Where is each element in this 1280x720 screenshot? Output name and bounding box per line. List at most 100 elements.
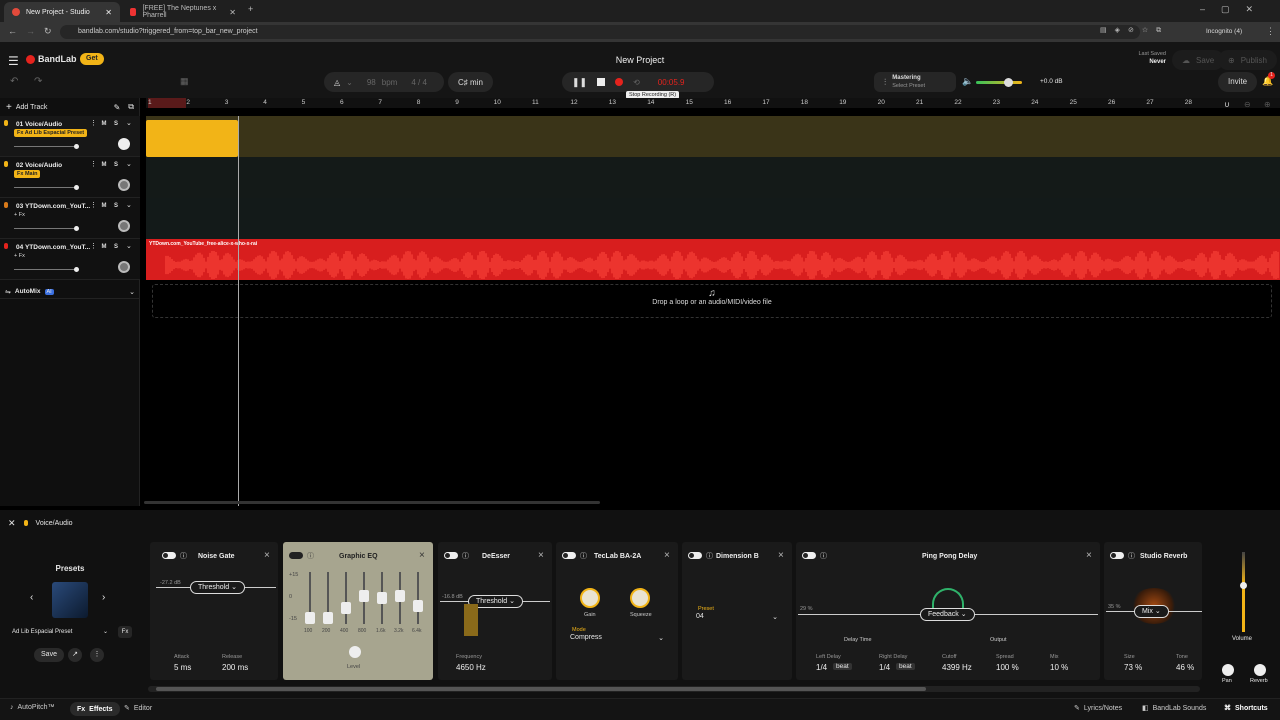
track-name[interactable]: 02 Voice/Audio (16, 162, 62, 169)
fader-thumb[interactable] (1240, 582, 1247, 589)
window-controls[interactable]: –▢✕ (1200, 4, 1269, 15)
metronome-icon[interactable]: ◬ (334, 78, 340, 87)
metronome-toggle-icon[interactable]: ▦ (180, 76, 189, 87)
eq-band-thumb[interactable] (359, 590, 369, 602)
slider-thumb[interactable] (74, 144, 79, 149)
track-volume-slider[interactable] (14, 226, 79, 231)
fx-preset-badge[interactable]: Fx Main (14, 170, 41, 178)
pan-knob[interactable] (118, 220, 130, 232)
mastering-button[interactable]: ⫶ Mastering Select Preset (874, 72, 956, 92)
eq-band-thumb[interactable] (323, 612, 333, 624)
share-icon[interactable]: ↗ (68, 648, 82, 662)
save-preset-button[interactable]: Save (34, 648, 64, 662)
back-icon[interactable]: ← (8, 26, 17, 36)
left-delay-value[interactable]: 1/4 (816, 663, 827, 672)
project-title[interactable]: New Project (0, 55, 1280, 65)
chevron-right-icon[interactable]: › (102, 592, 105, 603)
shortcuts-button[interactable]: ⌘ Shortcuts (1224, 704, 1268, 713)
close-icon[interactable]: × (538, 550, 544, 561)
release-value[interactable]: 200 ms (222, 663, 248, 672)
size-value[interactable]: 73 % (1124, 663, 1142, 672)
stop-icon[interactable] (597, 78, 606, 86)
time-signature[interactable]: 4 / 4 (411, 78, 427, 87)
eq-band-thumb[interactable] (305, 612, 315, 624)
automix-row[interactable]: ⇋ AutoMix AI ⌄ (0, 285, 140, 299)
graphic-eq-card[interactable]: ⓘ Graphic EQ × +15 0 -15 100 200 400 800 1.6k 3.… (283, 542, 433, 680)
eq-band-thumb[interactable] (395, 590, 405, 602)
left-delay-unit[interactable]: beat (833, 663, 852, 670)
master-volume-thumb[interactable] (1004, 78, 1013, 87)
loop-icon[interactable]: ⟲ (633, 78, 640, 87)
info-icon[interactable]: ⓘ (1128, 551, 1135, 561)
mute-button[interactable]: M (99, 119, 109, 129)
track-volume-slider[interactable] (14, 185, 79, 190)
reverb-toggle[interactable] (1110, 552, 1124, 559)
record-icon[interactable] (615, 78, 624, 86)
info-icon[interactable]: ⓘ (180, 551, 187, 561)
mode-select[interactable]: Compress ⌄ (570, 634, 666, 646)
deesser-card[interactable]: ⓘ DeEsser × -16.8 dB Threshold ⌄ Frequen… (438, 542, 552, 680)
add-fx-button[interactable]: + Fx (14, 253, 25, 259)
zoom-in-icon[interactable]: ⊕ (1264, 100, 1271, 109)
close-icon[interactable]: × (419, 550, 425, 561)
lyrics-button[interactable]: ✎ Lyrics/Notes (1074, 704, 1122, 713)
slider-thumb[interactable] (74, 185, 79, 190)
graphic-eq-toggle[interactable] (289, 552, 303, 559)
profile-label[interactable]: Incognito (4) (1206, 28, 1242, 35)
drop-zone[interactable]: ♫ Drop a loop or an audio/MIDI/video fil… (152, 284, 1272, 318)
fx-preset-badge[interactable]: Fx Ad Lib Espacial Preset (14, 129, 88, 137)
chevron-down-icon[interactable]: ⌄ (129, 288, 135, 296)
effects-tab[interactable]: Fx Effects (70, 702, 120, 716)
track-row[interactable]: 04 YTDown.com_YouT... ⋮ M S ⌄ + Fx (0, 239, 140, 280)
forward-icon[interactable]: → (26, 26, 35, 36)
dimension-card[interactable]: ⓘ Dimension B × Preset 04 ⌄ (682, 542, 792, 680)
studio-reverb-card[interactable]: ⓘ Studio Reverb 35 % Mix ⌄ Size 73 % Ton… (1104, 542, 1202, 680)
track-volume-slider[interactable] (14, 144, 79, 149)
pan-knob[interactable] (1222, 664, 1234, 676)
threshold-control[interactable]: Threshold ⌄ (190, 581, 245, 594)
squeeze-knob[interactable] (630, 588, 650, 608)
teclab-toggle[interactable] (562, 552, 576, 559)
right-delay-unit[interactable]: beat (896, 663, 915, 670)
new-tab-icon[interactable]: + (248, 4, 253, 14)
mix-control[interactable]: Mix ⌄ (1134, 605, 1169, 618)
mute-button[interactable]: M (99, 201, 109, 211)
sounds-button[interactable]: ◧ BandLab Sounds (1142, 704, 1206, 713)
mix-value[interactable]: 10 % (1050, 663, 1068, 672)
browser-tab-studio[interactable]: New Project - Studio ✕ (4, 2, 120, 22)
solo-button[interactable]: S (111, 119, 121, 129)
track-row[interactable]: 01 Voice/Audio ⋮ M S ⌄ Fx Ad Lib Espacia… (0, 116, 140, 157)
effects-scrollbar[interactable] (148, 686, 1200, 692)
zoom-out-icon[interactable]: ⊖ (1244, 100, 1251, 109)
noise-gate-card[interactable]: ⓘ Noise Gate × -27.2 dB Threshold ⌄ Atta… (150, 542, 278, 680)
reverb-knob[interactable] (1254, 664, 1266, 676)
preset-artwork[interactable] (52, 582, 88, 618)
info-icon[interactable]: ⓘ (580, 551, 587, 561)
eq-band-thumb[interactable] (377, 592, 387, 604)
feedback-control[interactable]: Feedback ⌄ (920, 608, 975, 621)
eq-band-slider[interactable] (417, 572, 419, 624)
gain-knob[interactable] (580, 588, 600, 608)
tone-value[interactable]: 46 % (1176, 663, 1194, 672)
deesser-toggle[interactable] (444, 552, 458, 559)
frequency-band[interactable] (464, 604, 478, 636)
recording-clip[interactable] (146, 120, 238, 157)
invite-button[interactable]: Invite (1218, 72, 1258, 92)
redo-icon[interactable]: ↷ (34, 76, 42, 87)
frequency-value[interactable]: 4650 Hz (456, 663, 486, 672)
noise-gate-toggle[interactable] (162, 552, 176, 559)
dimension-toggle[interactable] (688, 552, 702, 559)
slider-thumb[interactable] (74, 226, 79, 231)
info-icon[interactable]: ⓘ (706, 551, 713, 561)
track-menu-icon[interactable]: ⋮ (90, 242, 97, 250)
close-icon[interactable]: × (778, 550, 784, 561)
info-icon[interactable]: ⓘ (307, 551, 314, 561)
editor-tab[interactable]: ✎ Editor (124, 704, 152, 713)
browser-tab-youtube[interactable]: [FREE] The Neptunes x Pharrell ✕ (122, 2, 244, 22)
chevron-down-icon[interactable]: ⌄ (126, 242, 132, 250)
add-fx-button[interactable]: + Fx (14, 212, 25, 218)
right-delay-value[interactable]: 1/4 (879, 663, 890, 672)
cutoff-value[interactable]: 4399 Hz (942, 663, 972, 672)
undo-icon[interactable]: ↶ (10, 76, 18, 87)
slider-thumb[interactable] (74, 267, 79, 272)
